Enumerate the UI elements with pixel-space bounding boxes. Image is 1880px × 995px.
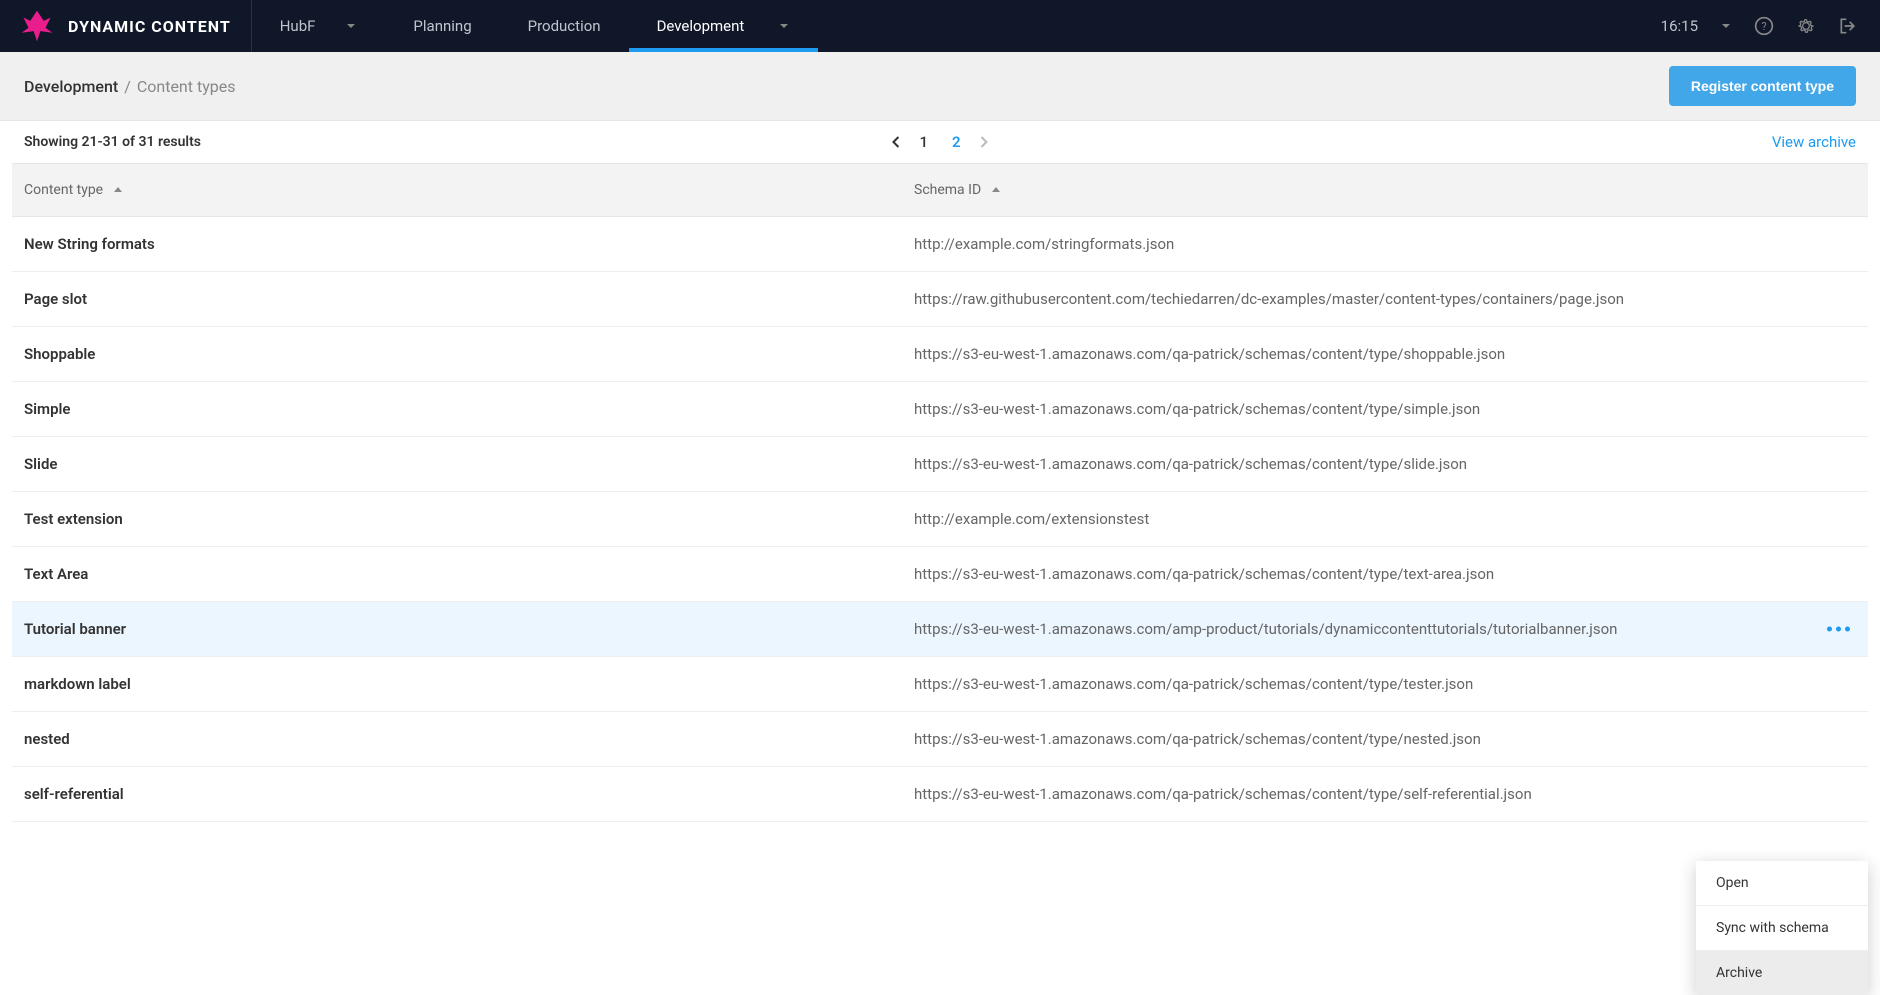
- results-bar: Showing 21-31 of 31 results 12 View arch…: [0, 121, 1880, 163]
- register-content-type-button[interactable]: Register content type: [1669, 66, 1856, 106]
- cell-content-type: Simple: [24, 400, 914, 418]
- help-icon[interactable]: ?: [1754, 16, 1774, 36]
- next-page-icon[interactable]: [979, 135, 989, 149]
- chevron-down-icon[interactable]: [1720, 20, 1732, 32]
- cell-schema-id: https://s3-eu-west-1.amazonaws.com/qa-pa…: [914, 455, 1856, 473]
- cell-schema-id: https://s3-eu-west-1.amazonaws.com/qa-pa…: [914, 675, 1856, 693]
- cell-content-type: Page slot: [24, 290, 914, 308]
- table-row[interactable]: New String formatshttp://example.com/str…: [12, 217, 1868, 272]
- brand-name: DYNAMIC CONTENT: [68, 17, 231, 36]
- nav-tab-production[interactable]: Production: [500, 0, 629, 52]
- context-menu-archive[interactable]: Archive: [1696, 951, 1868, 995]
- gear-icon[interactable]: [1796, 16, 1816, 36]
- cell-schema-id: https://s3-eu-west-1.amazonaws.com/amp-p…: [914, 620, 1856, 638]
- breadcrumb: Development / Content types: [24, 77, 236, 96]
- clock: 16:15: [1661, 17, 1698, 35]
- nav-tab-development[interactable]: Development: [629, 0, 819, 52]
- page-1[interactable]: 1: [919, 133, 928, 151]
- column-schema-id[interactable]: Schema ID: [914, 182, 1856, 198]
- cell-content-type: Tutorial banner: [24, 620, 914, 638]
- cell-schema-id: http://example.com/extensionstest: [914, 510, 1856, 528]
- logout-icon[interactable]: [1838, 16, 1858, 36]
- breadcrumb-root[interactable]: Development: [24, 77, 118, 96]
- hub-label: HubF: [280, 17, 316, 35]
- row-actions-button[interactable]: [1827, 627, 1850, 632]
- cell-schema-id: https://s3-eu-west-1.amazonaws.com/qa-pa…: [914, 345, 1856, 363]
- breadcrumb-separator: /: [124, 77, 131, 96]
- cell-content-type: markdown label: [24, 675, 914, 693]
- column-content-type-label: Content type: [24, 182, 103, 198]
- cell-content-type: Test extension: [24, 510, 914, 528]
- table-row[interactable]: Shoppablehttps://s3-eu-west-1.amazonaws.…: [12, 327, 1868, 382]
- context-menu-open[interactable]: Open: [1696, 861, 1868, 906]
- table-row[interactable]: Slidehttps://s3-eu-west-1.amazonaws.com/…: [12, 437, 1868, 492]
- pagination: 12: [891, 133, 988, 151]
- cell-schema-id: http://example.com/stringformats.json: [914, 235, 1856, 253]
- cell-schema-id: https://s3-eu-west-1.amazonaws.com/qa-pa…: [914, 565, 1856, 583]
- nav-tabs: HubF PlanningProductionDevelopment: [252, 0, 819, 52]
- row-context-menu: OpenSync with schemaArchive: [1696, 861, 1868, 995]
- cell-content-type: nested: [24, 730, 914, 748]
- table-row[interactable]: Page slothttps://raw.githubusercontent.c…: [12, 272, 1868, 327]
- context-menu-sync-with-schema[interactable]: Sync with schema: [1696, 906, 1868, 951]
- cell-content-type: Slide: [24, 455, 914, 473]
- page-2[interactable]: 2: [952, 133, 961, 151]
- svg-text:?: ?: [1761, 20, 1766, 33]
- table-row[interactable]: nestedhttps://s3-eu-west-1.amazonaws.com…: [12, 712, 1868, 767]
- sort-asc-icon: [991, 185, 1001, 195]
- prev-page-icon[interactable]: [891, 135, 901, 149]
- breadcrumb-bar: Development / Content types Register con…: [0, 52, 1880, 121]
- logo-section: DYNAMIC CONTENT: [0, 0, 252, 52]
- cell-content-type: Shoppable: [24, 345, 914, 363]
- header-right: 16:15 ?: [1661, 16, 1880, 36]
- table-row[interactable]: Text Areahttps://s3-eu-west-1.amazonaws.…: [12, 547, 1868, 602]
- results-count: Showing 21-31 of 31 results: [24, 134, 201, 150]
- cell-schema-id: https://s3-eu-west-1.amazonaws.com/qa-pa…: [914, 400, 1856, 418]
- table-row[interactable]: self-referentialhttps://s3-eu-west-1.ama…: [12, 767, 1868, 822]
- nav-tab-planning[interactable]: Planning: [385, 0, 499, 52]
- cell-content-type: New String formats: [24, 235, 914, 253]
- chevron-down-icon: [778, 20, 790, 32]
- column-content-type[interactable]: Content type: [24, 182, 914, 198]
- cell-schema-id: https://s3-eu-west-1.amazonaws.com/qa-pa…: [914, 730, 1856, 748]
- app-header: DYNAMIC CONTENT HubF PlanningProductionD…: [0, 0, 1880, 52]
- table-row[interactable]: markdown labelhttps://s3-eu-west-1.amazo…: [12, 657, 1868, 712]
- cell-schema-id: https://raw.githubusercontent.com/techie…: [914, 290, 1856, 308]
- sort-asc-icon: [113, 185, 123, 195]
- chevron-down-icon: [345, 20, 357, 32]
- logo-icon: [20, 9, 68, 43]
- table-row[interactable]: Test extensionhttp://example.com/extensi…: [12, 492, 1868, 547]
- cell-content-type: self-referential: [24, 785, 914, 803]
- table-row[interactable]: Tutorial bannerhttps://s3-eu-west-1.amaz…: [12, 602, 1868, 657]
- breadcrumb-current: Content types: [137, 77, 236, 96]
- table-header: Content type Schema ID: [12, 163, 1868, 217]
- cell-schema-id: https://s3-eu-west-1.amazonaws.com/qa-pa…: [914, 785, 1856, 803]
- column-schema-id-label: Schema ID: [914, 182, 981, 198]
- ellipsis-icon: [1827, 627, 1850, 632]
- hub-selector[interactable]: HubF: [252, 0, 386, 52]
- view-archive-link[interactable]: View archive: [1772, 133, 1856, 151]
- table-row[interactable]: Simplehttps://s3-eu-west-1.amazonaws.com…: [12, 382, 1868, 437]
- cell-content-type: Text Area: [24, 565, 914, 583]
- content-type-table: Content type Schema ID New String format…: [0, 163, 1880, 822]
